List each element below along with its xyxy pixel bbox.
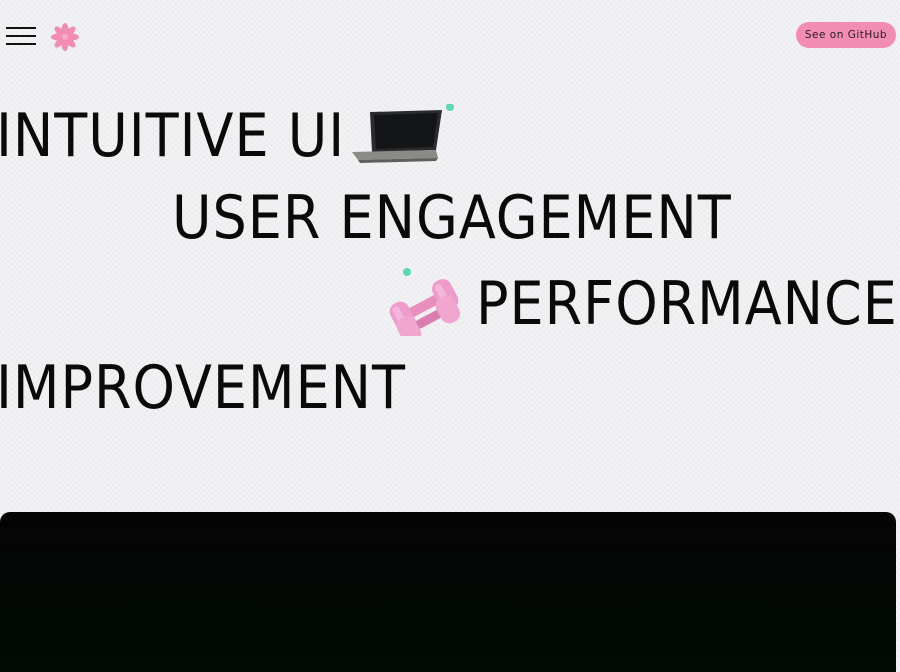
asterisk-flower-icon[interactable] — [50, 22, 80, 52]
dark-content-panel — [0, 512, 896, 672]
menu-bar — [6, 27, 36, 29]
laptop-icon — [352, 104, 454, 163]
see-on-github-button[interactable]: See on GitHub — [796, 22, 896, 48]
hero-line-intuitive-ui: INTUITIVE UI — [0, 101, 346, 171]
hamburger-menu-icon[interactable] — [6, 27, 36, 47]
hero-line-performance: PERFORMANCE — [476, 269, 898, 339]
hero-line-user-engagement: USER ENGAGEMENT — [172, 183, 732, 253]
menu-bar — [6, 43, 36, 45]
hero-line-improvement: IMPROVEMENT — [0, 353, 406, 423]
dumbbell-icon — [389, 268, 461, 336]
menu-bar — [6, 35, 36, 37]
